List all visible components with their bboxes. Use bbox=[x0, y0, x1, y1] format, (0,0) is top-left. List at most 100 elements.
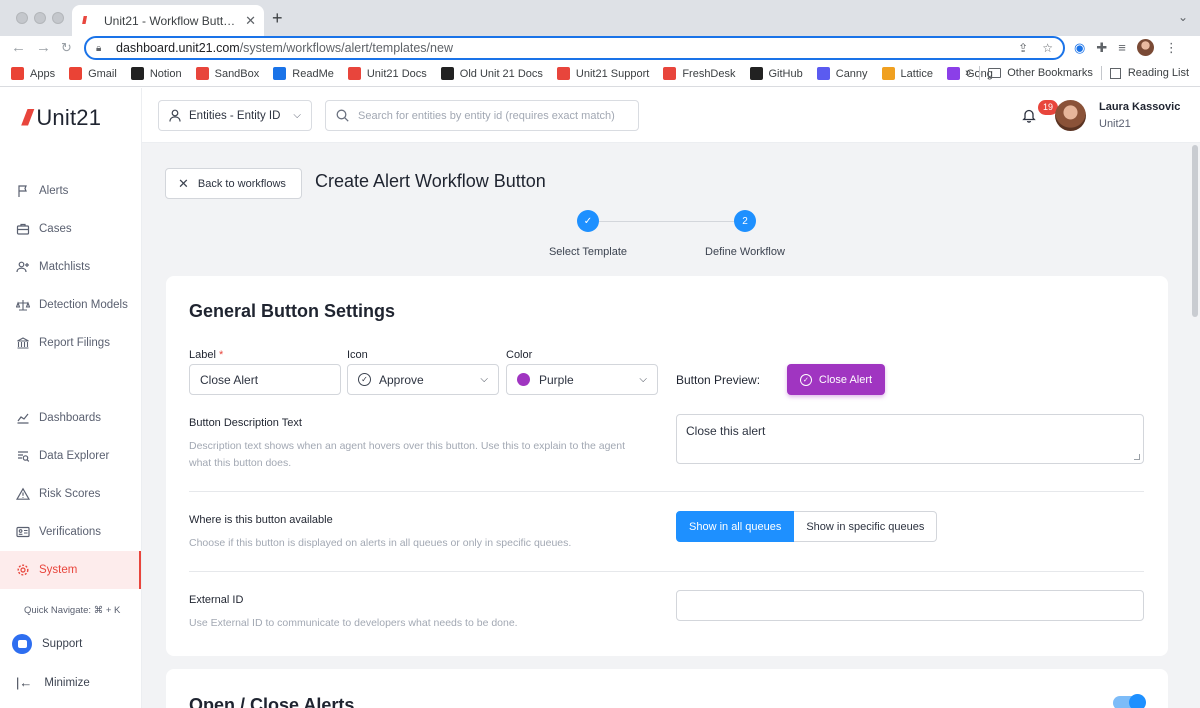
share-icon[interactable]: ⇪ bbox=[1018, 41, 1028, 55]
sidebar-item-label: Risk Scores bbox=[39, 488, 101, 500]
step-2-marker[interactable]: 2 bbox=[734, 210, 756, 232]
bookmark-apps[interactable]: Apps bbox=[11, 67, 55, 80]
sidebar-item-cases[interactable]: Cases bbox=[0, 210, 141, 248]
browser-menu-icon[interactable]: ⋮ bbox=[1165, 40, 1178, 56]
scrollbar-thumb[interactable] bbox=[1192, 145, 1198, 317]
minimize-label: Minimize bbox=[44, 676, 90, 689]
color-swatch bbox=[517, 373, 530, 386]
external-id-help: Use External ID to communicate to develo… bbox=[189, 617, 518, 629]
avatar[interactable] bbox=[1055, 100, 1086, 131]
chevron-down-icon: ⌵ bbox=[480, 374, 488, 385]
bookmark-notion[interactable]: Notion bbox=[130, 67, 182, 80]
back-to-workflows-button[interactable]: ✕ Back to workflows bbox=[165, 168, 302, 199]
icon-select[interactable]: ✓ Approve ⌵ bbox=[347, 364, 499, 395]
address-bar[interactable]: 🔒︎ dashboard.unit21.com/system/workflows… bbox=[84, 36, 1065, 60]
unit21-logo[interactable]: /// Unit21 bbox=[22, 104, 101, 132]
tab-close-icon[interactable]: ✕ bbox=[245, 13, 256, 29]
url-host: dashboard.unit21.com bbox=[116, 41, 240, 55]
bookmark-label: Old Unit 21 Docs bbox=[459, 67, 543, 80]
general-button-settings-card: General Button Settings Label * Close Al… bbox=[166, 276, 1168, 656]
entity-search-input[interactable]: Search for entities by entity id (requir… bbox=[325, 100, 639, 131]
puzzle-icon[interactable]: ✚ bbox=[1096, 40, 1107, 56]
window-zoom-control[interactable] bbox=[52, 12, 64, 24]
bell-icon[interactable] bbox=[1022, 108, 1036, 123]
reload-icon[interactable]: ↻ bbox=[61, 39, 72, 57]
extension-icon[interactable]: ◉ bbox=[1074, 40, 1085, 56]
sidebar-item-detection-models[interactable]: Detection Models bbox=[0, 286, 141, 324]
color-select-value: Purple bbox=[539, 372, 574, 387]
sidebar-item-risk-scores[interactable]: Risk Scores bbox=[0, 475, 141, 513]
bank-icon bbox=[16, 336, 30, 350]
folder-icon bbox=[988, 68, 1002, 78]
label-input[interactable]: Close Alert bbox=[189, 364, 341, 395]
window-close-control[interactable] bbox=[16, 12, 28, 24]
open-close-toggle[interactable] bbox=[1113, 694, 1146, 708]
bookmark-lattice[interactable]: Lattice bbox=[881, 67, 933, 80]
page-scrollbar[interactable] bbox=[1190, 143, 1200, 708]
sidebar-item-system[interactable]: System bbox=[0, 551, 141, 589]
description-help: Description text shows when an agent hov… bbox=[189, 440, 626, 469]
unit21-icon bbox=[347, 67, 361, 80]
sidebar-item-data-explorer[interactable]: Data Explorer bbox=[0, 437, 141, 475]
tab-search-chevron-icon[interactable]: ⌄ bbox=[1178, 10, 1188, 24]
back-arrow-icon[interactable]: ← bbox=[11, 39, 26, 57]
support-button[interactable]: Support bbox=[12, 634, 82, 654]
reading-list[interactable]: Reading List bbox=[1128, 67, 1189, 79]
gong-icon bbox=[946, 67, 960, 80]
color-select[interactable]: Purple ⌵ bbox=[506, 364, 658, 395]
bookmark-github[interactable]: GitHub bbox=[749, 67, 803, 80]
description-value: Close this alert bbox=[686, 424, 766, 438]
forward-arrow-icon[interactable]: → bbox=[36, 39, 51, 57]
bookmarks-overflow-icon[interactable]: » bbox=[965, 67, 971, 79]
scale-icon bbox=[16, 298, 30, 312]
top-bar: Entities - Entity ID ⌵ Search for entiti… bbox=[142, 88, 1200, 143]
bookmark-sandbox[interactable]: SandBox bbox=[195, 67, 259, 80]
extensions-area: ◉ ✚ ≡ ⋮ bbox=[1074, 39, 1178, 56]
gmail-icon bbox=[69, 67, 83, 80]
unit21-icon bbox=[195, 67, 209, 80]
bookmark-old-unit-21-docs[interactable]: Old Unit 21 Docs bbox=[440, 67, 543, 80]
description-title: Button Description Text bbox=[189, 417, 302, 429]
briefcase-icon bbox=[16, 222, 30, 236]
resize-handle-icon[interactable] bbox=[1134, 454, 1140, 460]
sidebar-item-dashboards[interactable]: Dashboards bbox=[0, 399, 141, 437]
show-in-specific-queues-button[interactable]: Show in specific queues bbox=[794, 511, 938, 542]
profile-avatar[interactable] bbox=[1136, 39, 1154, 56]
step-1-check-icon[interactable]: ✓ bbox=[577, 210, 599, 232]
minimize-button[interactable]: |← Minimize bbox=[16, 675, 90, 690]
warning-icon bbox=[16, 487, 30, 501]
card-title: General Button Settings bbox=[189, 301, 396, 321]
sidebar-item-report-filings[interactable]: Report Filings bbox=[0, 324, 141, 362]
bookmarks-right: » Other Bookmarks Reading List bbox=[965, 66, 1189, 80]
bookmark-star-icon[interactable]: ☆ bbox=[1042, 41, 1053, 55]
bookmark-readme[interactable]: ReadMe bbox=[273, 67, 334, 80]
sidebar-item-matchlists[interactable]: Matchlists bbox=[0, 248, 141, 286]
bookmark-unit21-support[interactable]: Unit21 Support bbox=[556, 67, 649, 80]
show-in-all-queues-button[interactable]: Show in all queues bbox=[676, 511, 795, 542]
card-title: Open / Close Alerts bbox=[189, 695, 355, 708]
collapse-arrow-icon: |← bbox=[16, 675, 33, 690]
bookmarks-separator bbox=[1100, 66, 1102, 80]
window-minimize-control[interactable] bbox=[34, 12, 46, 24]
bookmark-canny[interactable]: Canny bbox=[816, 67, 868, 80]
user-plus-icon bbox=[16, 260, 30, 274]
label-input-value: Close Alert bbox=[200, 372, 259, 387]
sidebar-item-verifications[interactable]: Verifications bbox=[0, 513, 141, 551]
check-circle-icon: ✓ bbox=[799, 373, 812, 386]
new-tab-icon[interactable]: + bbox=[272, 9, 283, 27]
bookmark-gmail[interactable]: Gmail bbox=[69, 67, 117, 80]
entity-type-select[interactable]: Entities - Entity ID ⌵ bbox=[158, 100, 312, 131]
description-textarea[interactable]: Close this alert bbox=[676, 414, 1144, 464]
external-id-input[interactable] bbox=[676, 590, 1144, 621]
label-field-label: Label * bbox=[189, 349, 223, 361]
user-name[interactable]: Laura Kassovic bbox=[1099, 101, 1180, 113]
bookmark-freshdesk[interactable]: FreshDesk bbox=[663, 67, 736, 80]
id-card-icon bbox=[16, 525, 30, 539]
sidebar-item-alerts[interactable]: Alerts bbox=[0, 172, 141, 210]
other-bookmarks[interactable]: Other Bookmarks bbox=[1007, 67, 1093, 79]
media-queue-icon[interactable]: ≡ bbox=[1118, 40, 1126, 55]
readme-icon bbox=[273, 67, 287, 80]
browser-tab[interactable]: /// Unit21 - Workflow Button Templ ✕ bbox=[72, 5, 264, 36]
bookmark-unit21-docs[interactable]: Unit21 Docs bbox=[347, 67, 427, 80]
button-preview[interactable]: ✓ Close Alert bbox=[787, 364, 885, 395]
